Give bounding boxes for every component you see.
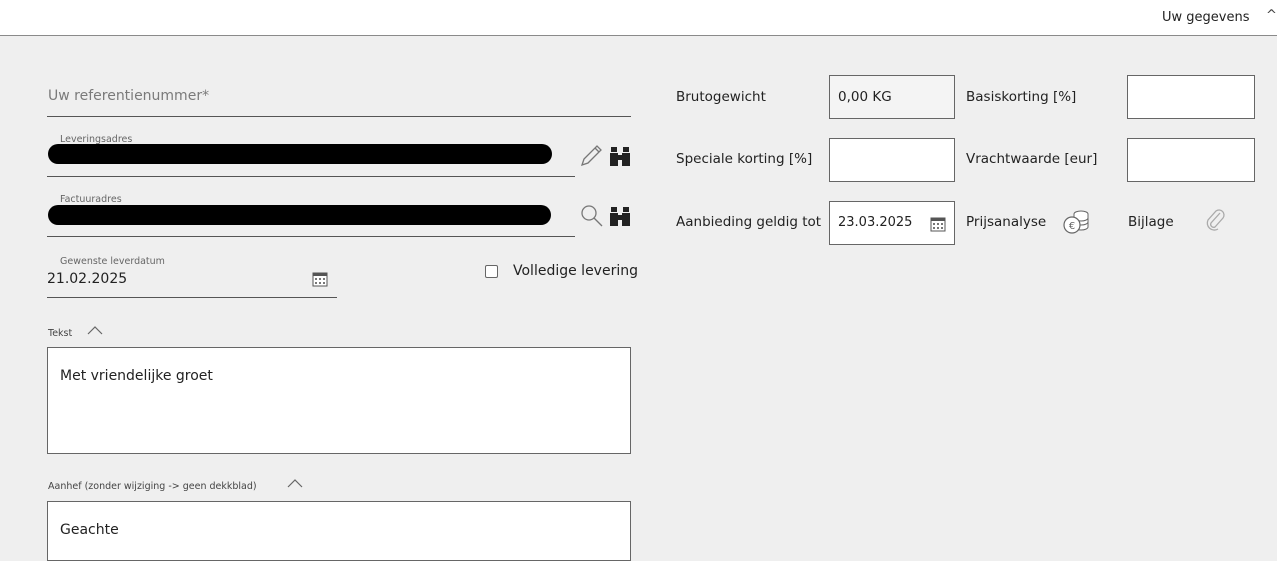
offer-valid-field[interactable]: 23.03.2025	[829, 201, 955, 245]
chevron-up-icon[interactable]: ^	[1266, 8, 1277, 23]
user-details-link[interactable]: Uw gegevens	[1162, 10, 1249, 25]
desired-date-value[interactable]: 21.02.2025	[47, 271, 127, 287]
salutation-section-label: Aanhef (zonder wijziging -> geen dekkbla…	[48, 481, 257, 492]
price-analysis-label: Prijsanalyse	[966, 214, 1047, 230]
chevron-up-icon[interactable]	[286, 477, 304, 489]
search-icon[interactable]	[580, 204, 604, 228]
gross-weight-field: 0,00 KG	[829, 75, 955, 119]
text-textarea[interactable]: Met vriendelijke groet	[47, 347, 631, 454]
redacted-delivery-address	[48, 144, 552, 164]
calendar-icon[interactable]	[930, 216, 946, 232]
reference-input[interactable]: Uw referentienummer*	[48, 88, 209, 104]
base-discount-input[interactable]	[1127, 75, 1255, 119]
binoculars-icon[interactable]	[609, 205, 631, 227]
gross-weight-value: 0,00 KG	[838, 89, 892, 105]
delivery-address-underline	[47, 176, 575, 177]
paperclip-icon[interactable]	[1204, 208, 1226, 232]
salutation-textarea[interactable]: Geachte	[47, 501, 631, 561]
svg-text:€: €	[1069, 221, 1075, 232]
text-textarea-value: Met vriendelijke groet	[60, 368, 213, 384]
top-bar: Uw gegevens ^	[0, 0, 1277, 36]
gross-weight-label: Brutogewicht	[676, 89, 766, 105]
salutation-textarea-value: Geachte	[60, 522, 119, 538]
invoice-address-label: Factuuradres	[60, 194, 122, 205]
text-section-label: Tekst	[48, 328, 73, 339]
redacted-invoice-address	[48, 205, 551, 225]
attachment-label: Bijlage	[1128, 214, 1174, 230]
base-discount-label: Basiskorting [%]	[966, 89, 1077, 105]
chevron-up-icon[interactable]	[86, 324, 104, 336]
desired-date-label: Gewenste leverdatum	[60, 256, 165, 267]
full-delivery-label: Volledige levering	[513, 263, 638, 279]
freight-input[interactable]	[1127, 138, 1255, 182]
offer-valid-value: 23.03.2025	[838, 215, 913, 230]
desired-date-underline	[47, 297, 337, 298]
invoice-address-underline	[47, 236, 575, 237]
reference-underline	[47, 116, 631, 117]
special-discount-label: Speciale korting [%]	[676, 151, 813, 167]
calendar-icon[interactable]	[312, 271, 328, 287]
freight-label: Vrachtwaarde [eur]	[966, 151, 1098, 167]
offer-valid-label: Aanbieding geldig tot	[676, 214, 822, 230]
pencil-icon[interactable]	[578, 143, 604, 169]
binoculars-icon[interactable]	[609, 145, 631, 167]
coins-icon[interactable]: €	[1062, 209, 1090, 235]
special-discount-input[interactable]	[829, 138, 955, 182]
full-delivery-checkbox[interactable]	[485, 265, 498, 278]
